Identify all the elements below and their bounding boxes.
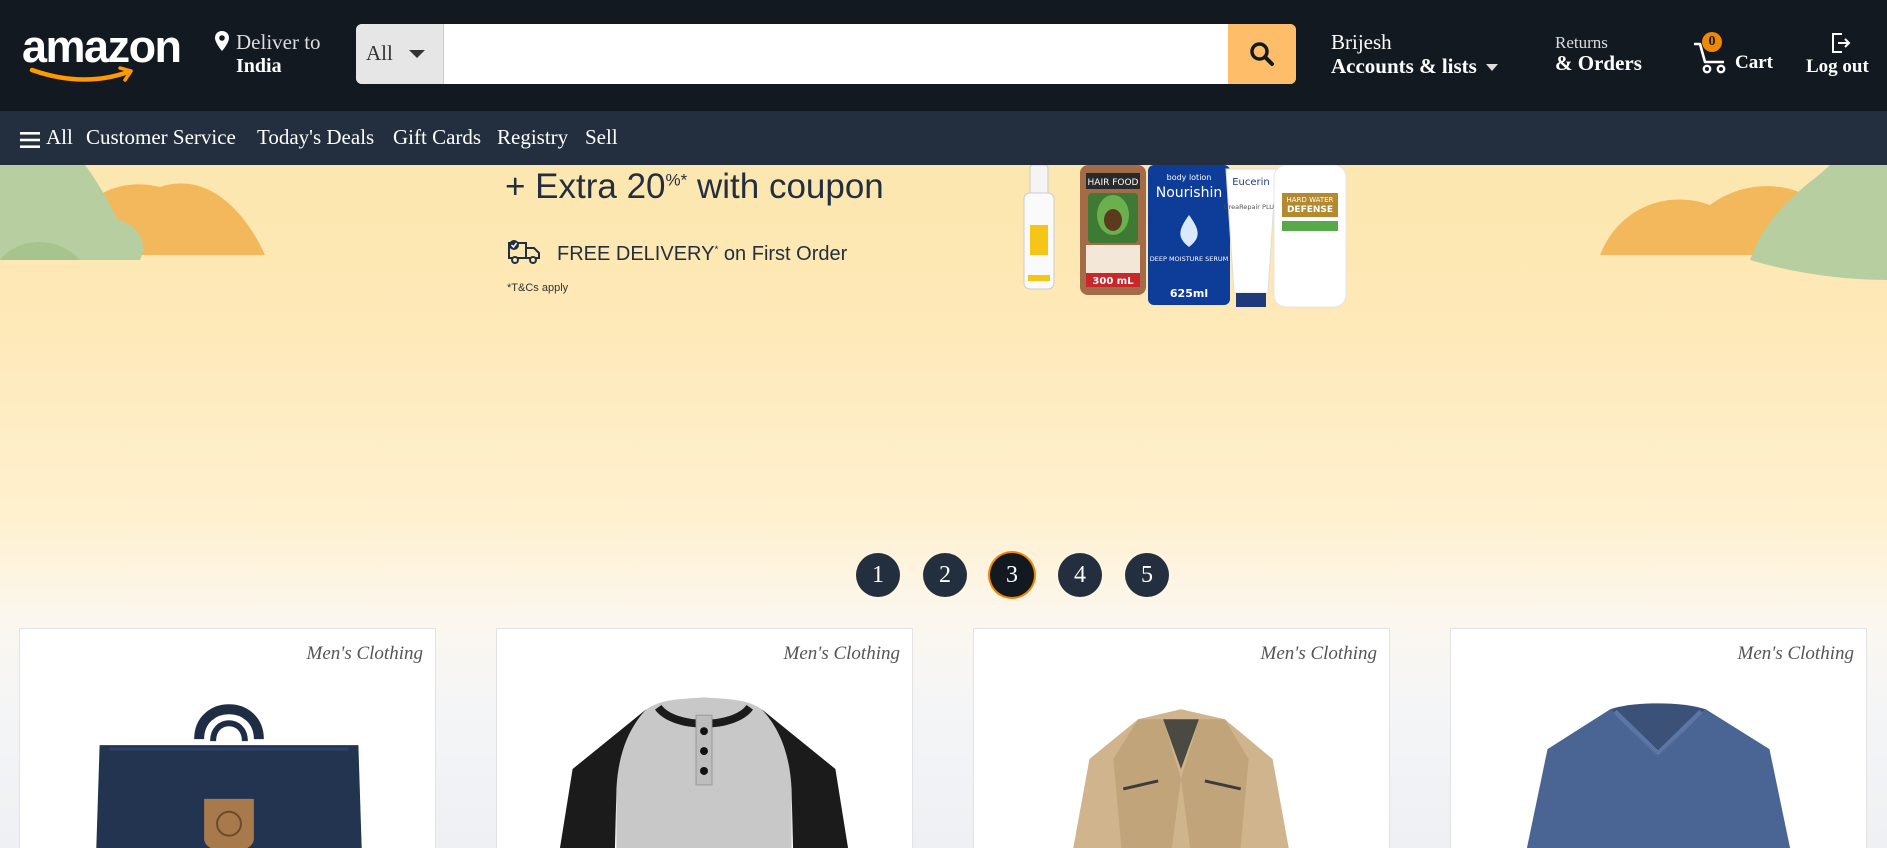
product-card[interactable]: Men's Clothing [973, 628, 1390, 848]
blue-sweater-image [1526, 703, 1791, 848]
eucerin-label: Eucerin [1232, 177, 1270, 188]
chevron-down-icon [1486, 64, 1498, 71]
nav-customer-service[interactable]: Customer Service [86, 125, 236, 150]
product-category: Men's Clothing [1260, 643, 1377, 664]
account-greeting: Brijesh [1331, 30, 1392, 54]
promo-headline: + Extra 20%* with coupon [505, 167, 884, 207]
hamburger-menu-icon[interactable] [20, 132, 40, 148]
nav-todays-deals[interactable]: Today's Deals [257, 125, 374, 150]
search-bar: All [356, 24, 1296, 84]
delivery-truck-icon [508, 240, 540, 264]
product-category: Men's Clothing [1737, 643, 1854, 664]
cart-button[interactable]: 0 Cart [1692, 30, 1773, 80]
secondary-navbar: All Customer Service Today's Deals Gift … [0, 111, 1887, 165]
defense-label-1: HARD WATER [1287, 196, 1334, 204]
eucerin-sub-label: UreaRepair PLUS [1224, 203, 1278, 211]
lotion-top-label: body lotion [1167, 173, 1212, 182]
nav-gift-cards[interactable]: Gift Cards [393, 125, 481, 150]
search-icon [1250, 42, 1274, 66]
decorative-bush-left [0, 165, 265, 260]
lotion-sub-label: DEEP MOISTURE SERUM [1150, 255, 1229, 263]
search-button[interactable] [1228, 24, 1296, 84]
lotion-volume-label: 625ml [1170, 287, 1208, 300]
logout-icon [1832, 33, 1851, 53]
product-card[interactable]: Men's Clothing [1450, 628, 1867, 848]
henley-shirt-image [559, 697, 849, 848]
product-card[interactable]: Men's Clothing [19, 628, 436, 848]
cart-count-badge: 0 [1702, 32, 1722, 52]
top-navbar: amazon Deliver to India All Brijesh Acco… [0, 0, 1887, 111]
search-category-select[interactable]: All [356, 24, 444, 84]
returns-label: Returns [1555, 33, 1608, 52]
page-dot-5[interactable]: 5 [1125, 553, 1169, 597]
account-label: Accounts & lists [1331, 54, 1477, 78]
product-card[interactable]: Men's Clothing [496, 628, 913, 848]
defense-label-2: DEFENSE [1287, 205, 1333, 215]
search-category-label: All [366, 41, 393, 65]
nav-all[interactable]: All [46, 125, 73, 150]
promo-delivery: FREE DELIVERY* on First Order [557, 243, 847, 266]
orders-label: & Orders [1555, 51, 1642, 75]
promo-terms: *T&Cs apply [507, 282, 569, 294]
chevron-down-icon [409, 50, 425, 58]
logout-button[interactable]: Log out [1806, 30, 1876, 80]
lotion-name-label: Nourishin [1156, 185, 1223, 201]
logo-smile-icon [29, 66, 133, 82]
beauty-products-image: HAIR FOOD 300 mL body lotion Nourishin D… [1023, 165, 1347, 308]
page-dot-1[interactable]: 1 [856, 553, 900, 597]
promo-delivery-text: FREE DELIVERY [557, 243, 715, 265]
logo-text: amazon [22, 21, 182, 72]
product-category: Men's Clothing [306, 643, 423, 664]
promo-headline-sup: %* [665, 170, 688, 190]
location-pin-icon [215, 31, 229, 51]
logout-label: Log out [1806, 56, 1869, 77]
hair-food-volume: 300 mL [1092, 276, 1134, 287]
deliver-label: Deliver to [236, 30, 321, 54]
promo-headline-text: + Extra 20 [505, 167, 666, 206]
nav-sell[interactable]: Sell [585, 125, 618, 150]
page-dot-2[interactable]: 2 [923, 553, 967, 597]
account-menu[interactable]: Brijesh Accounts & lists [1331, 30, 1498, 78]
page-dot-3[interactable]: 3 [990, 553, 1034, 597]
returns-orders[interactable]: Returns & Orders [1555, 33, 1642, 75]
hair-food-label: HAIR FOOD [1088, 178, 1139, 188]
cart-label: Cart [1735, 52, 1773, 73]
khaki-jacket-image [1073, 709, 1289, 848]
backpack-image [96, 704, 362, 848]
deliver-location: India [236, 55, 282, 77]
search-input[interactable] [444, 24, 1224, 84]
promo-delivery-tail: on First Order [718, 243, 848, 265]
product-category: Men's Clothing [783, 643, 900, 664]
amazon-logo[interactable]: amazon [22, 21, 182, 82]
nav-registry[interactable]: Registry [497, 125, 568, 150]
decorative-bush-right [1600, 165, 1887, 280]
promo-headline-tail: with coupon [687, 167, 884, 206]
page-dot-4[interactable]: 4 [1058, 553, 1102, 597]
